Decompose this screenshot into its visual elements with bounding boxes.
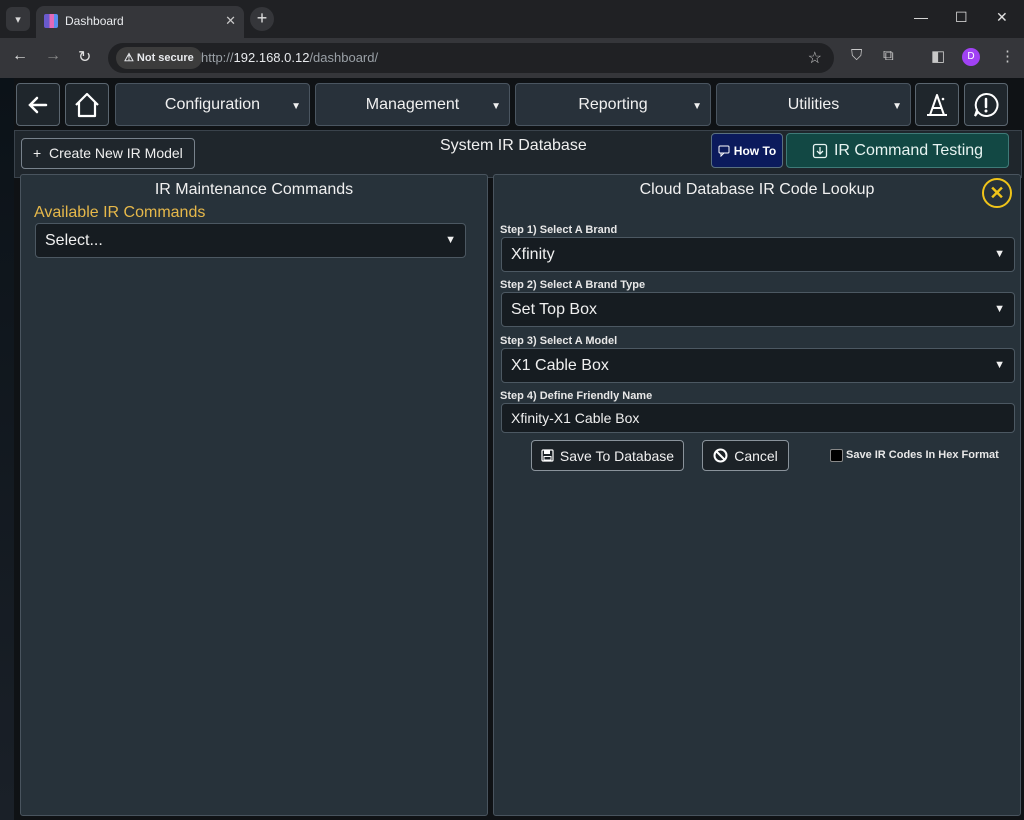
how-to-button[interactable]: How To	[711, 133, 783, 168]
step2-label: Step 2) Select A Brand Type	[500, 279, 646, 291]
feedback-button[interactable]	[964, 83, 1008, 126]
tab-search-icon[interactable]: ▾	[6, 7, 30, 31]
caret-down-icon: ▼	[892, 101, 902, 112]
tab-title: Dashboard	[65, 14, 124, 28]
hex-format-checkbox[interactable]	[830, 449, 843, 462]
configuration-menu[interactable]: Configuration ▼	[115, 83, 310, 126]
caret-down-icon: ▼	[491, 101, 501, 112]
download-icon	[812, 143, 828, 158]
cloud-lookup-title: Cloud Database IR Code Lookup	[639, 181, 875, 198]
caret-down-icon: ▼	[994, 248, 1005, 260]
caret-down-icon: ▼	[692, 101, 702, 112]
url-text[interactable]: http://192.168.0.12/dashboard/	[201, 50, 378, 65]
bookmark-star-icon[interactable]: ☆	[808, 48, 822, 68]
step1-label: Step 1) Select A Brand	[500, 224, 618, 236]
brand-select[interactable]: Xfinity ▼	[501, 237, 1015, 272]
arrow-left-icon	[28, 96, 48, 113]
page-header-bar: + Create New IR Model System IR Database…	[14, 130, 1022, 178]
ir-commands-select[interactable]: Select... ▼	[35, 223, 466, 258]
profile-avatar[interactable]: D	[962, 48, 980, 66]
wizard-hat-icon	[927, 93, 947, 116]
browser-tabstrip: ▾ Dashboard ✕ + — ☐ ✕	[0, 0, 1024, 38]
ir-command-testing-button[interactable]: IR Command Testing	[786, 133, 1009, 168]
more-menu-icon[interactable]: ⋮	[1000, 47, 1015, 65]
page-title: System IR Database	[440, 137, 587, 154]
step3-label: Step 3) Select A Model	[500, 335, 618, 347]
caret-down-icon: ▼	[994, 359, 1005, 371]
tab-close-icon[interactable]: ✕	[225, 13, 236, 29]
new-tab-icon[interactable]: +	[250, 7, 274, 31]
extensions-puzzle-icon[interactable]: ⧉	[883, 47, 894, 64]
home-icon	[75, 92, 99, 117]
reporting-menu[interactable]: Reporting ▼	[515, 83, 711, 126]
close-circle-icon[interactable]: ✕	[982, 178, 1012, 208]
ir-maintenance-title: IR Maintenance Commands	[154, 181, 354, 198]
app-area: Configuration ▼ Management ▼ Reporting ▼ Ut…	[0, 78, 1024, 820]
step4-label: Step 4) Define Friendly Name	[500, 390, 653, 402]
caret-down-icon: ▼	[291, 101, 301, 112]
address-bar[interactable]: ⚠ Not secure http://192.168.0.12/dashboa…	[108, 43, 834, 73]
hex-format-label: Save IR Codes In Hex Format	[846, 449, 999, 461]
back-icon[interactable]: ←	[12, 47, 28, 65]
browser-tab[interactable]: Dashboard ✕	[36, 6, 244, 38]
shield-extension-icon[interactable]: ⛉	[851, 47, 862, 64]
back-arrow-button[interactable]	[16, 83, 60, 126]
side-panel-icon[interactable]: ◧	[931, 47, 945, 65]
caret-down-icon: ▼	[994, 303, 1005, 315]
favicon-icon	[44, 14, 58, 28]
available-ir-commands-label: Available IR Commands	[34, 204, 206, 221]
not-secure-badge[interactable]: ⚠ Not secure	[116, 47, 202, 69]
close-window-icon[interactable]: ✕	[996, 9, 1008, 26]
wizard-button[interactable]	[915, 83, 959, 126]
cloud-lookup-panel: Cloud Database IR Code Lookup ✕ Step 1) …	[493, 174, 1021, 816]
forward-icon[interactable]: →	[45, 47, 61, 65]
caret-down-icon: ▼	[445, 234, 456, 246]
alert-bubble-icon	[974, 92, 999, 117]
floppy-disk-icon	[541, 449, 554, 462]
minimize-icon[interactable]: —	[914, 9, 928, 25]
maximize-icon[interactable]: ☐	[955, 9, 968, 26]
create-ir-model-button[interactable]: + Create New IR Model	[21, 138, 195, 169]
reload-icon[interactable]: ↻	[78, 47, 91, 67]
utilities-menu[interactable]: Utilities ▼	[716, 83, 911, 126]
brand-type-select[interactable]: Set Top Box ▼	[501, 292, 1015, 327]
save-to-database-button[interactable]: Save To Database	[531, 440, 684, 471]
chat-icon	[718, 145, 730, 157]
model-select[interactable]: X1 Cable Box ▼	[501, 348, 1015, 383]
ban-icon	[713, 448, 728, 463]
cancel-button[interactable]: Cancel	[702, 440, 789, 471]
plus-icon: +	[33, 145, 42, 161]
management-menu[interactable]: Management ▼	[315, 83, 510, 126]
friendly-name-input[interactable]: Xfinity-X1 Cable Box	[501, 403, 1015, 433]
ir-maintenance-panel: IR Maintenance Commands Available IR Com…	[20, 174, 488, 816]
home-button[interactable]	[65, 83, 109, 126]
browser-toolbar: ← → ↻ ⚠ Not secure http://192.168.0.12/d…	[0, 38, 1024, 78]
